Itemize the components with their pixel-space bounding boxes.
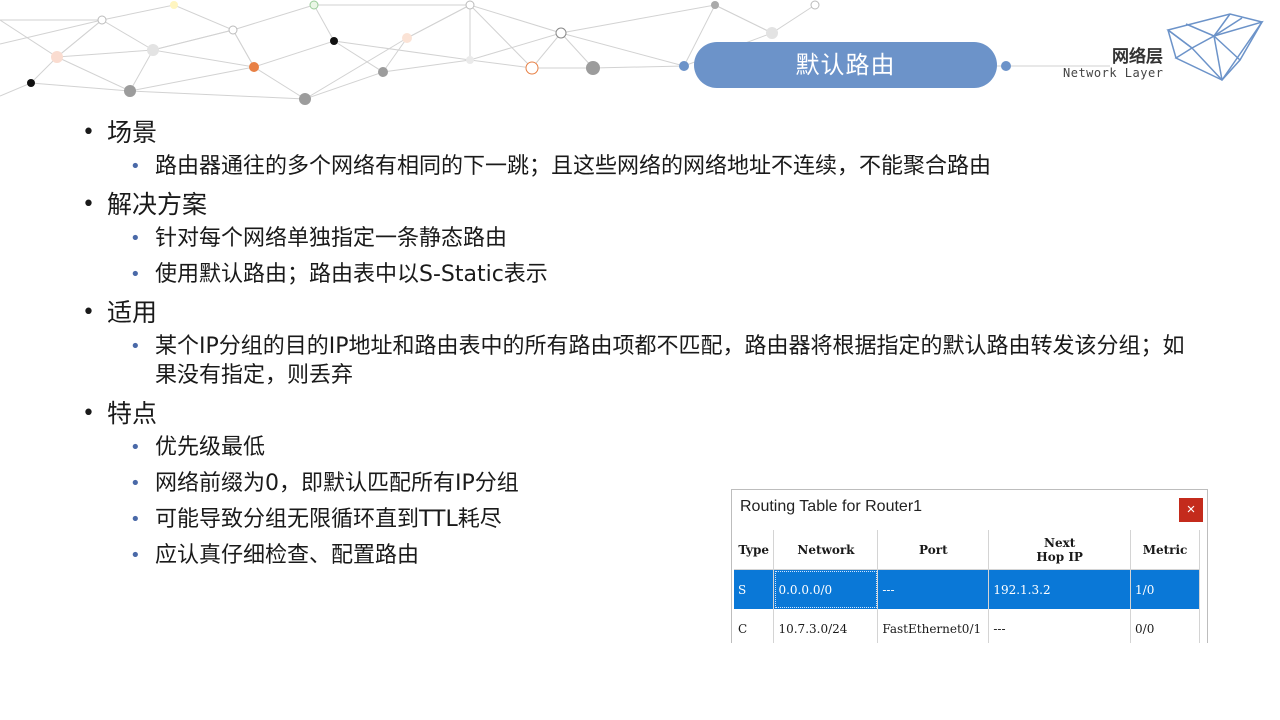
sub-bullet-dot: • — [130, 473, 141, 494]
column-header-metric[interactable]: Metric — [1130, 530, 1200, 570]
sub-bullet-text: 应认真仔细检查、配置路由 — [155, 543, 420, 568]
brand-english: Network Layer — [1063, 66, 1164, 80]
cell-type: C — [734, 609, 775, 643]
column-header-next-hop-text: Next Hop IP — [1036, 535, 1083, 564]
table-row[interactable]: C 10.7.3.0/24 FastEthernet0/1 --- 0/0 — [734, 609, 1200, 643]
wireframe-logo-icon — [1166, 13, 1264, 82]
sub-bullet-dot: • — [130, 336, 141, 357]
sub-bullet-text: 可能导致分组无限循环直到TTL耗尽 — [155, 507, 502, 532]
column-header-network[interactable]: Network — [773, 530, 879, 570]
cell-next-hop: 192.1.3.2 — [988, 569, 1132, 609]
bullet-dot: • — [82, 192, 95, 217]
sub-bullet-text: 某个IP分组的目的IP地址和路由表中的所有路由项都不匹配，路由器将根据指定的默认… — [155, 334, 1185, 388]
sub-bullet-text: 使用默认路由；路由表中以S-Static表示 — [155, 262, 548, 287]
sub-bullet: • 优先级最低 — [80, 433, 1220, 462]
bullet-dot: • — [82, 120, 95, 145]
close-icon: × — [1186, 501, 1196, 518]
sub-bullet: • 路由器通往的多个网络有相同的下一跳；且这些网络的网络地址不连续，不能聚合路由 — [80, 152, 1220, 181]
sub-bullet-dot: • — [130, 156, 141, 177]
cell-port: --- — [877, 569, 990, 609]
column-header-port[interactable]: Port — [877, 530, 990, 570]
sub-bullet-dot: • — [130, 228, 141, 249]
column-header-next-hop[interactable]: Next Hop IP — [988, 530, 1132, 570]
routing-table: Type Network Port Next Hop IP Metric S 0… — [734, 530, 1200, 643]
cell-metric: 0/0 — [1130, 609, 1200, 643]
table-row-selected[interactable]: S 0.0.0.0/0 --- 192.1.3.2 1/0 — [734, 569, 1200, 609]
sub-bullet: • 使用默认路由；路由表中以S-Static表示 — [80, 260, 1220, 289]
sub-bullet-text: 针对每个网络单独指定一条静态路由 — [155, 226, 508, 251]
brand-chinese: 网络层 — [1112, 47, 1163, 67]
bullet-scenario: • 场景 — [80, 116, 1220, 149]
heading-scenario: 场景 — [107, 118, 158, 147]
table-header-row: Type Network Port Next Hop IP Metric — [734, 530, 1200, 570]
cell-network: 10.7.3.0/24 — [773, 609, 879, 643]
heading-applicable: 适用 — [107, 298, 158, 327]
cell-metric: 1/0 — [1130, 569, 1200, 609]
cell-port: FastEthernet0/1 — [877, 609, 990, 643]
heading-features: 特点 — [107, 399, 158, 428]
sub-bullet-text: 网络前缀为0，即默认匹配所有IP分组 — [155, 471, 519, 496]
cell-type: S — [734, 569, 775, 609]
sub-bullet-dot: • — [130, 545, 141, 566]
bullet-dot: • — [82, 300, 95, 325]
window-title: Routing Table for Router1 — [740, 498, 923, 515]
heading-solution: 解决方案 — [107, 190, 208, 219]
sub-bullet-dot: • — [130, 437, 141, 458]
cell-network: 0.0.0.0/0 — [773, 569, 879, 609]
sub-bullet: • 针对每个网络单独指定一条静态路由 — [80, 224, 1220, 253]
bullet-applicable: • 适用 — [80, 296, 1220, 329]
sub-bullet-text: 优先级最低 — [155, 435, 266, 460]
bullet-solution: • 解决方案 — [80, 188, 1220, 221]
network-decoration — [0, 0, 1264, 105]
cell-next-hop: --- — [988, 609, 1132, 643]
bullet-dot: • — [82, 401, 95, 426]
sub-bullet-dot: • — [130, 264, 141, 285]
routing-table-window: Routing Table for Router1 × Type Network… — [731, 489, 1208, 643]
column-header-type[interactable]: Type — [734, 530, 775, 570]
slide-title: 默认路由 — [694, 42, 997, 88]
sub-bullet: • 某个IP分组的目的IP地址和路由表中的所有路由项都不匹配，路由器将根据指定的默… — [80, 332, 1200, 390]
sub-bullet-text: 路由器通往的多个网络有相同的下一跳；且这些网络的网络地址不连续，不能聚合路由 — [155, 154, 992, 179]
bullet-features: • 特点 — [80, 397, 1220, 430]
sub-bullet-dot: • — [130, 509, 141, 530]
close-button[interactable]: × — [1179, 498, 1203, 522]
